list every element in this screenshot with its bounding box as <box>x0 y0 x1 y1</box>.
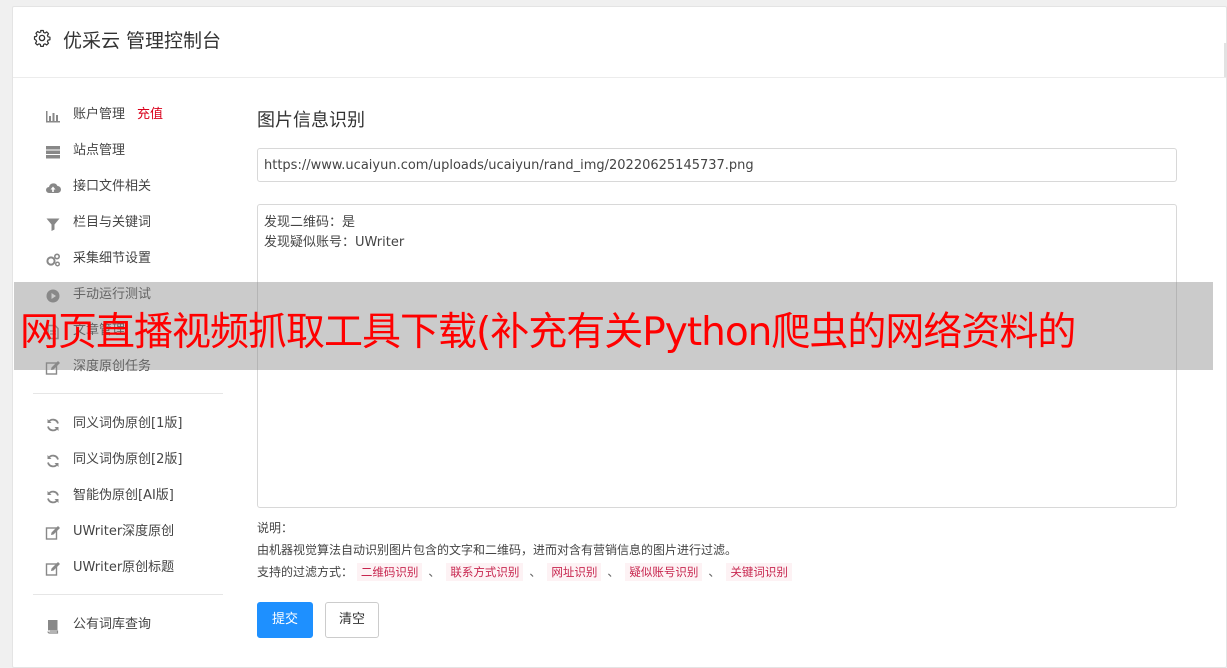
filter-chip: 联系方式识别 <box>446 563 524 581</box>
submit-button[interactable]: 提交 <box>257 602 313 638</box>
sidebar-item[interactable]: UWriter深度原创 <box>33 514 223 550</box>
sidebar-item[interactable]: 接口文件相关 <box>33 169 223 205</box>
filter-chip: 疑似账号识别 <box>625 563 703 581</box>
header: 优采云 管理控制台 <box>13 7 1226 78</box>
filter-chip: 关键词识别 <box>726 563 792 581</box>
main-content: 图片信息识别 发现二维码：是发现疑似账号：UWriter 说明： 由机器视觉算法… <box>257 107 1177 638</box>
bar-chart-icon <box>46 111 60 123</box>
cloud-upload-icon <box>46 183 61 193</box>
refresh-icon <box>47 490 59 504</box>
sidebar-item[interactable]: UWriter原创标题 <box>33 550 223 586</box>
sidebar-item[interactable]: 智能伪原创[AI版] <box>33 478 223 514</box>
image-url-input[interactable] <box>257 148 1177 182</box>
description: 说明： 由机器视觉算法自动识别图片包含的文字和二维码，进而对含有营销信息的图片进… <box>257 517 792 583</box>
sidebar: 账户管理 充值 站点管理 接口文件相关 栏目与关键词 采集细节设置 手动运行测试 文章管理 深度… <box>33 97 223 643</box>
sidebar-divider <box>33 594 223 595</box>
watermark-banner: 网页直播视频抓取工具下载(补充有关Python爬虫的网络资料的 <box>14 282 1213 370</box>
filter-separator: 、 <box>428 565 441 579</box>
sidebar-item-label: 站点管理 <box>73 143 126 158</box>
sidebar-item[interactable]: 同义词伪原创[2版] <box>33 442 223 478</box>
desc-text: 由机器视觉算法自动识别图片包含的文字和二维码，进而对含有营销信息的图片进行过滤。 <box>257 543 738 557</box>
filter-separator: 、 <box>529 565 542 579</box>
sidebar-item-label: 采集细节设置 <box>73 251 152 266</box>
desc-label: 说明： <box>257 521 294 535</box>
recharge-link[interactable]: 充值 <box>137 97 163 133</box>
sidebar-item-label: 栏目与关键词 <box>73 215 152 230</box>
filter-separator: 、 <box>708 565 721 579</box>
sidebar-item[interactable]: 采集细节设置 <box>33 241 223 277</box>
sidebar-item-label: UWriter原创标题 <box>73 560 175 575</box>
page-title: 优采云 管理控制台 <box>63 30 222 52</box>
sidebar-item[interactable]: 账户管理 充值 <box>33 97 223 133</box>
gear-icon <box>33 29 51 47</box>
sidebar-item[interactable]: 公有词库查询 <box>33 607 223 643</box>
refresh-icon <box>47 418 59 432</box>
sidebar-item-label: 同义词伪原创[1版] <box>73 416 183 431</box>
section-title: 图片信息识别 <box>257 110 365 131</box>
sidebar-divider <box>33 393 223 394</box>
result-line: 发现二维码：是 <box>264 215 356 230</box>
sidebar-item-label: UWriter深度原创 <box>73 524 175 539</box>
filter-chip: 二维码识别 <box>356 563 423 581</box>
watermark-text: 网页直播视频抓取工具下载(补充有关Python爬虫的网络资料的 <box>20 310 1076 355</box>
gears-icon <box>46 253 61 267</box>
sidebar-item-label: 接口文件相关 <box>73 179 152 194</box>
sidebar-item[interactable]: 栏目与关键词 <box>33 205 223 241</box>
clear-button[interactable]: 清空 <box>325 602 379 638</box>
sidebar-item[interactable]: 同义词伪原创[1版] <box>33 406 223 442</box>
sidebar-item-label: 账户管理 <box>73 107 126 122</box>
edit-icon <box>45 526 60 540</box>
result-line: 发现疑似账号：UWriter <box>264 235 405 250</box>
sidebar-item-label: 同义词伪原创[2版] <box>73 452 183 467</box>
filter-icon <box>46 218 60 231</box>
book-icon <box>47 620 59 634</box>
filter-chip: 网址识别 <box>547 563 602 581</box>
refresh-icon <box>47 454 59 468</box>
filter-separator: 、 <box>607 565 620 579</box>
sidebar-item-label: 智能伪原创[AI版] <box>73 488 174 503</box>
filters-line: 支持的过滤方式： 二维码识别、联系方式识别、网址识别、疑似账号识别、关键词识别 <box>257 561 792 583</box>
filters-label: 支持的过滤方式： <box>257 565 354 579</box>
sidebar-item-label: 公有词库查询 <box>73 617 152 632</box>
edit-icon <box>45 562 60 576</box>
server-icon <box>46 146 60 159</box>
sidebar-item[interactable]: 站点管理 <box>33 133 223 169</box>
